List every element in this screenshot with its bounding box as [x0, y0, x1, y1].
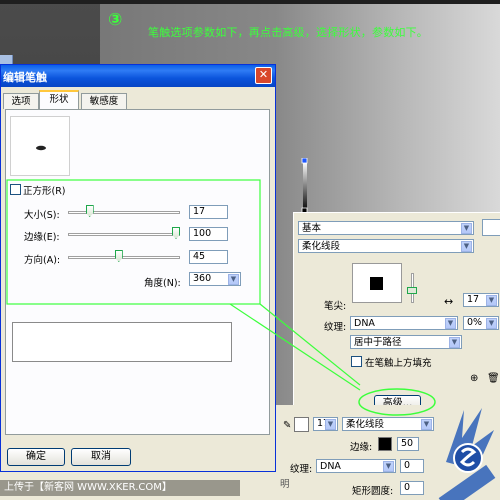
- connector-line-right: [229, 303, 361, 391]
- upload-watermark: 上传于【新客网 WWW.XKER.COM】: [0, 480, 240, 496]
- advanced-button-highlight: [358, 388, 436, 416]
- connector-line-left: [259, 303, 361, 386]
- parameters-highlight-box: [6, 179, 261, 305]
- highlight-overlay: [6, 179, 436, 416]
